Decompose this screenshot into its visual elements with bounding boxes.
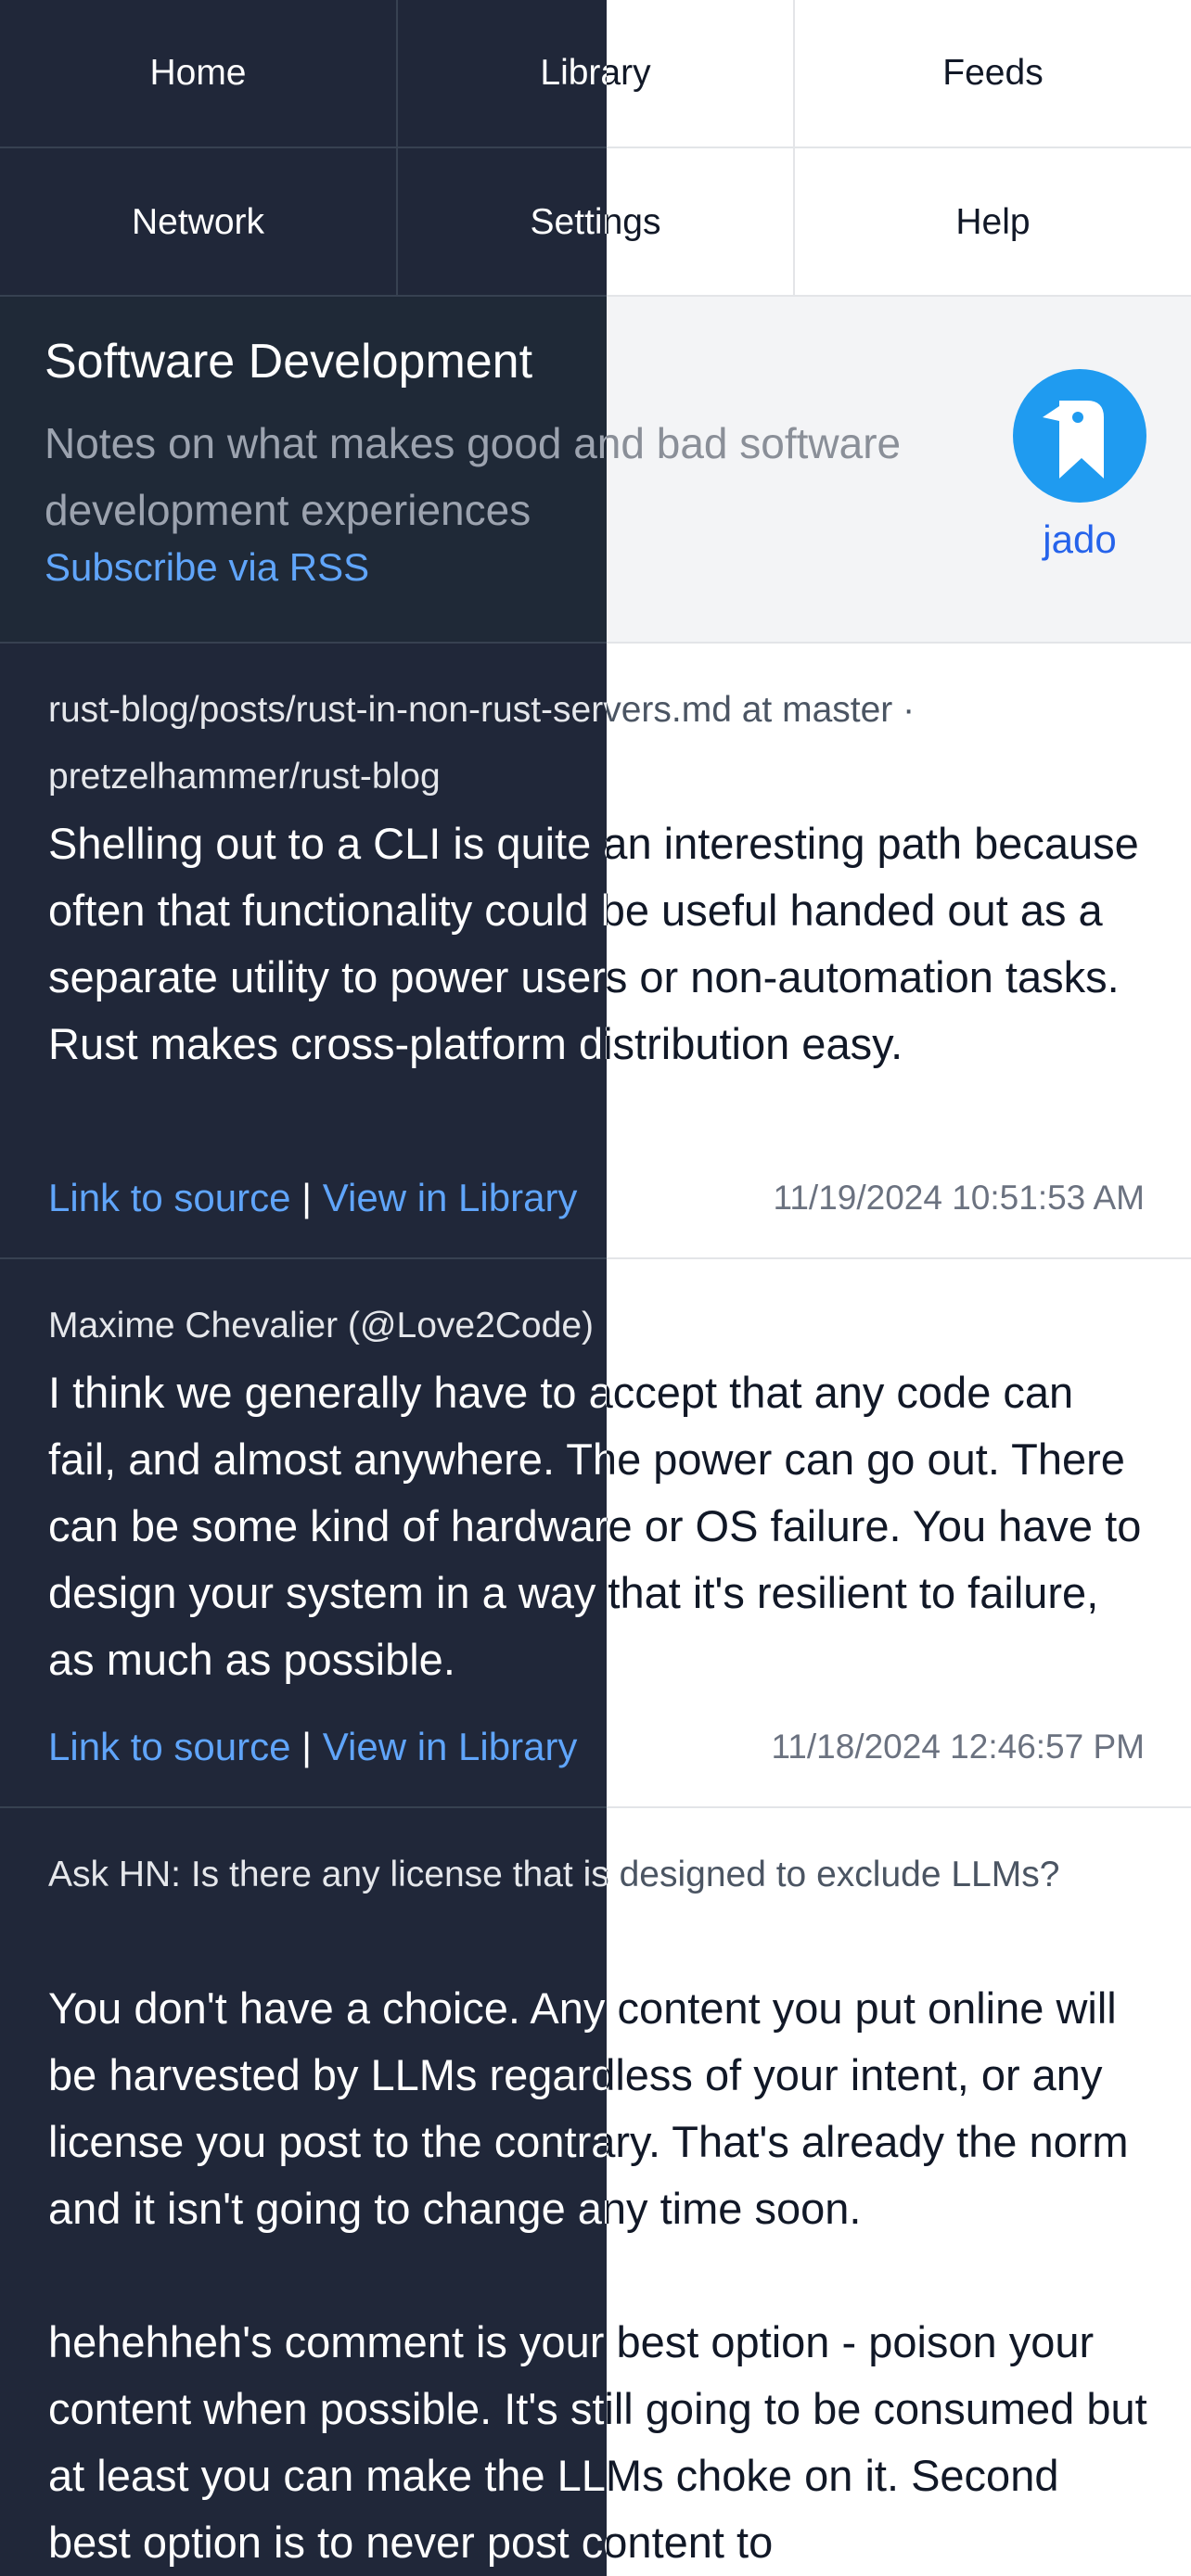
feed-title: Software Development [45,335,533,389]
feed-description: Notes on what makes good and bad softwar… [45,419,902,534]
nav-home[interactable]: Home [0,0,398,148]
post-body: Shelling out to a CLI is quite an intere… [48,819,1139,1068]
post-title: Ask HN: Is there any license that is des… [48,1855,1060,1894]
link-to-source[interactable]: Link to source [48,1176,290,1219]
nav-feeds[interactable]: Feeds [795,0,1191,148]
feed-post: rust-blog/posts/rust-in-non-rust-servers… [0,644,1191,1259]
post-footer: Link to source | View in Library 11/19/2… [48,1165,1145,1231]
post-body: You don't have a choice. Any content you… [48,1983,1147,2567]
post-footer: Link to source | View in Library 11/18/2… [48,1714,1145,1780]
nav-settings[interactable]: Settings [398,148,795,297]
post-date: 11/18/2024 12:46:57 PM [771,1728,1145,1766]
link-separator: | [301,1725,313,1768]
view-in-library-link[interactable]: View in Library [323,1725,578,1768]
nav-library[interactable]: Library [398,0,795,148]
subscribe-rss-link[interactable]: Subscribe via RSS [45,545,369,590]
post-date: 11/19/2024 10:51:53 AM [773,1179,1145,1217]
feed-post: Ask HN: Is there any license that is des… [0,1808,1191,2576]
top-navigation: Home Library Feeds Network Settings Help [0,0,1191,297]
link-to-source[interactable]: Link to source [48,1725,290,1768]
author-name[interactable]: jado [1013,517,1146,562]
bird-logo-icon[interactable] [1013,369,1146,503]
post-title: Maxime Chevalier (@Love2Code) [48,1306,594,1345]
nav-help[interactable]: Help [795,148,1191,297]
post-title: rust-blog/posts/rust-in-non-rust-servers… [48,690,916,797]
feed-post: Maxime Chevalier (@Love2Code) I think we… [0,1259,1191,1808]
link-separator: | [301,1176,313,1219]
nav-network[interactable]: Network [0,148,398,297]
feed-header: Software Development Notes on what makes… [0,297,1191,644]
post-body: I think we generally have to accept that… [48,1368,1142,1684]
view-in-library-link[interactable]: View in Library [323,1176,578,1219]
page: Home Library Feeds Network Settings Help… [0,0,1191,2576]
